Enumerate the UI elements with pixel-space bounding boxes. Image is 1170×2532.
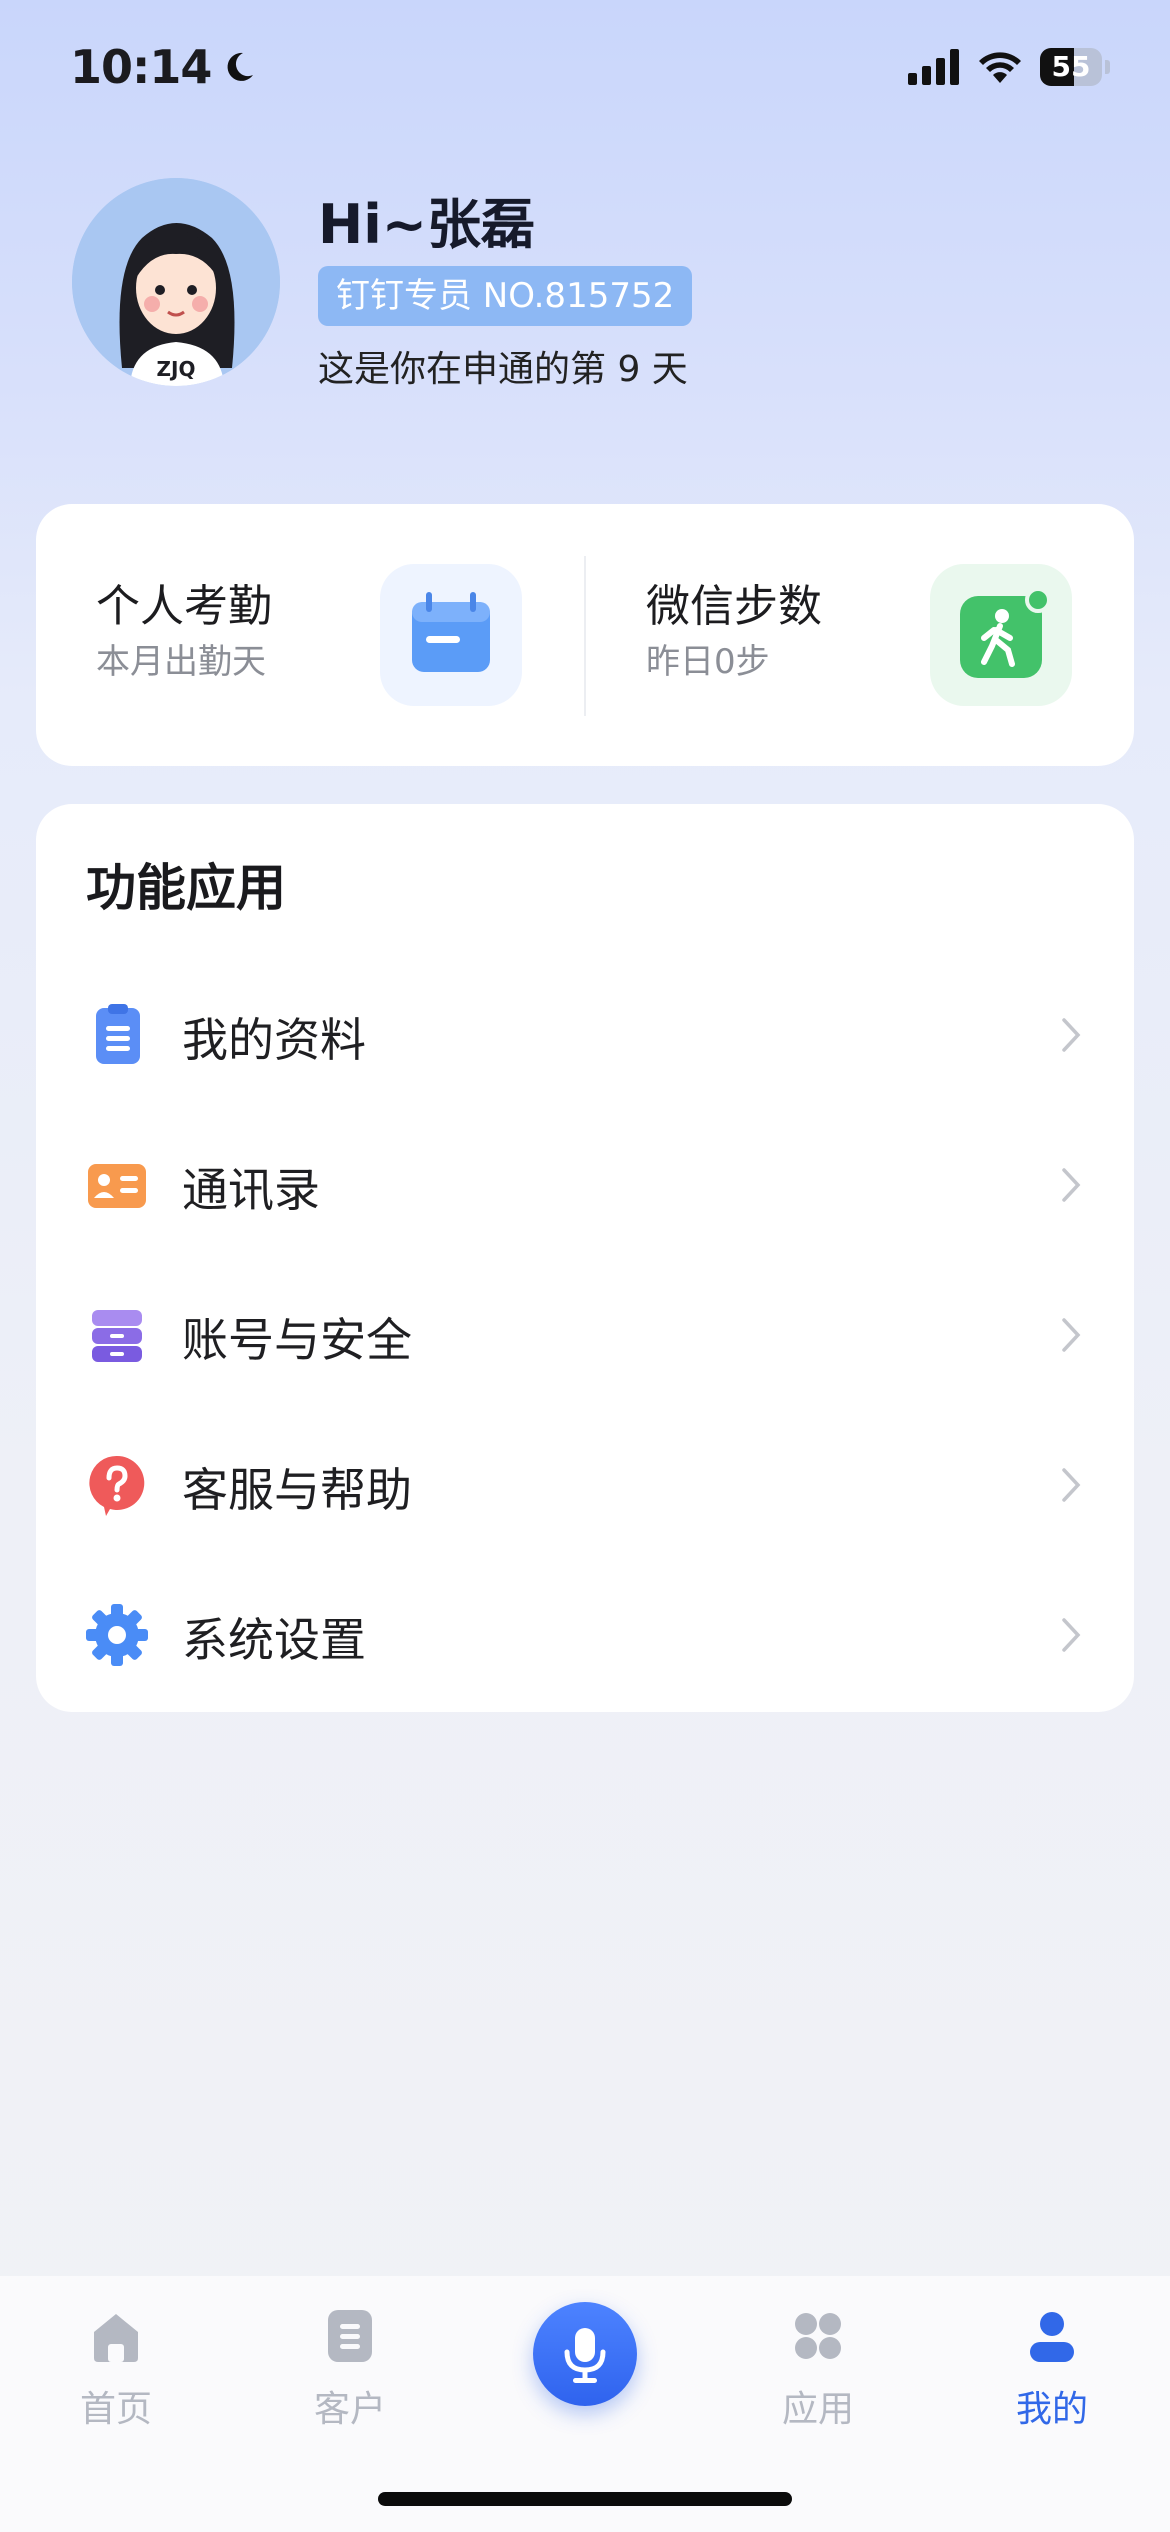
menu-item-settings[interactable]: 系统设置 [36,1560,1134,1710]
steps-title: 微信步数 [646,581,822,632]
battery-percent: 55 [1051,50,1091,83]
chevron-right-icon [1062,1318,1081,1352]
battery-indicator: 55 [1040,48,1110,86]
tenure-text: 这是你在申通的第 9 天 [318,349,688,390]
attendance-title: 个人考勤 [96,581,272,632]
clipboard-icon [96,1004,140,1064]
chevron-right-icon [1062,1618,1081,1652]
signal-icon [908,49,959,85]
chevron-right-icon [1062,1168,1081,1202]
stats-card: 个人考勤 本月出勤天 微信步数 昨日0步 [36,504,1134,766]
employee-badge: 钉钉专员 NO.815752 [318,266,693,326]
tab-me[interactable]: 我的 [982,2306,1122,2432]
tab-home[interactable]: 首页 [46,2306,186,2432]
tab-label: 应用 [781,2389,854,2430]
greeting: Hi~张磊 [318,193,535,256]
attendance-subtitle: 本月出勤天 [96,642,266,682]
stats-divider [584,556,586,716]
avatar-illustration: ZJQ [72,178,280,386]
home-icon [94,2314,138,2362]
menu-item-label: 系统设置 [182,1613,366,1667]
tab-label: 首页 [79,2389,152,2430]
chevron-right-icon [1062,1018,1081,1052]
status-time: 10:14 [70,40,257,94]
voice-button[interactable] [533,2302,637,2406]
menu-item-support[interactable]: 客服与帮助 [36,1410,1134,1560]
steps-subtitle: 昨日0步 [646,642,770,682]
calendar-icon [380,564,522,706]
document-icon [328,2310,372,2362]
wifi-icon [979,52,1021,83]
menu-item-label: 账号与安全 [182,1313,412,1367]
microphone-icon [564,2328,606,2383]
functions-card: 功能应用 我的资料 通讯录 账号与安全 客服与帮助 系统设置 [36,804,1134,1712]
walking-icon [930,564,1072,706]
question-icon [89,1455,145,1516]
functions-title: 功能应用 [86,859,286,917]
chevron-right-icon [1062,1468,1081,1502]
menu-item-label: 客服与帮助 [182,1463,412,1517]
menu-item-profile[interactable]: 我的资料 [36,960,1134,1110]
menu-item-label: 通讯录 [182,1163,320,1217]
avatar[interactable]: ZJQ [72,178,280,386]
apps-grid-icon [795,2313,841,2359]
status-indicators: 55 [908,48,1110,86]
tab-apps[interactable]: 应用 [748,2306,888,2432]
menu-item-contacts[interactable]: 通讯录 [36,1110,1134,1260]
svg-text:ZJQ: ZJQ [157,357,196,381]
tab-customers[interactable]: 客户 [280,2306,420,2432]
menu-item-account-security[interactable]: 账号与安全 [36,1260,1134,1410]
tab-label: 客户 [313,2389,386,2430]
status-bar: 10:14 55 [0,0,1170,150]
user-icon [1030,2312,1074,2362]
tab-label: 我的 [1015,2389,1088,2430]
gear-icon [86,1604,148,1666]
drawer-stack-icon [92,1310,142,1362]
contact-card-icon [88,1164,146,1208]
home-indicator [378,2492,792,2506]
moon-icon [228,52,254,81]
menu-item-label: 我的资料 [182,1013,366,1067]
